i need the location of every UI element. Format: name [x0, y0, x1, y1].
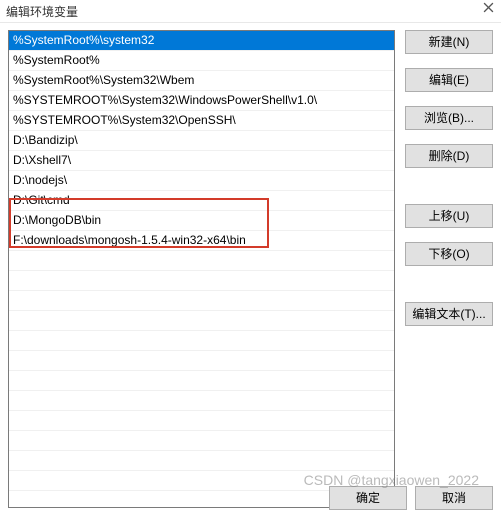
path-entry[interactable]: %SystemRoot%\System32\Wbem: [9, 71, 394, 91]
path-entry[interactable]: D:\nodejs\: [9, 171, 394, 191]
path-entry[interactable]: D:\Xshell7\: [9, 151, 394, 171]
new-button[interactable]: 新建(N): [405, 30, 493, 54]
empty-row: [9, 311, 394, 331]
move-down-button[interactable]: 下移(O): [405, 242, 493, 266]
move-up-button[interactable]: 上移(U): [405, 204, 493, 228]
empty-row: [9, 351, 394, 371]
path-entry[interactable]: D:\MongoDB\bin: [9, 211, 394, 231]
empty-row: [9, 371, 394, 391]
path-entry[interactable]: F:\downloads\mongosh-1.5.4-win32-x64\bin: [9, 231, 394, 251]
edit-button[interactable]: 编辑(E): [405, 68, 493, 92]
path-entry[interactable]: %SystemRoot%: [9, 51, 394, 71]
empty-row: [9, 451, 394, 471]
empty-row: [9, 411, 394, 431]
path-entry[interactable]: %SYSTEMROOT%\System32\WindowsPowerShell\…: [9, 91, 394, 111]
titlebar: 编辑环境变量: [0, 0, 501, 23]
env-var-edit-dialog: 编辑环境变量 %SystemRoot%\system32%SystemRoot%…: [0, 0, 501, 516]
edit-text-button[interactable]: 编辑文本(T)...: [405, 302, 493, 326]
browse-button[interactable]: 浏览(B)...: [405, 106, 493, 130]
path-entry[interactable]: D:\Bandizip\: [9, 131, 394, 151]
title-text: 编辑环境变量: [6, 3, 78, 20]
empty-row: [9, 391, 394, 411]
empty-row: [9, 331, 394, 351]
empty-row: [9, 271, 394, 291]
empty-row: [9, 251, 394, 271]
empty-row: [9, 431, 394, 451]
cancel-button[interactable]: 取消: [415, 486, 493, 510]
path-entry[interactable]: %SYSTEMROOT%\System32\OpenSSH\: [9, 111, 394, 131]
path-entry[interactable]: D:\Git\cmd: [9, 191, 394, 211]
side-buttons: 新建(N) 编辑(E) 浏览(B)... 删除(D) 上移(U) 下移(O) 编…: [405, 30, 493, 508]
path-entry[interactable]: %SystemRoot%\system32: [9, 31, 394, 51]
ok-button[interactable]: 确定: [329, 486, 407, 510]
empty-row: [9, 291, 394, 311]
path-listbox[interactable]: %SystemRoot%\system32%SystemRoot%%System…: [8, 30, 395, 508]
delete-button[interactable]: 删除(D): [405, 144, 493, 168]
dialog-footer: 确定 取消: [329, 486, 493, 516]
close-icon[interactable]: [483, 2, 495, 14]
